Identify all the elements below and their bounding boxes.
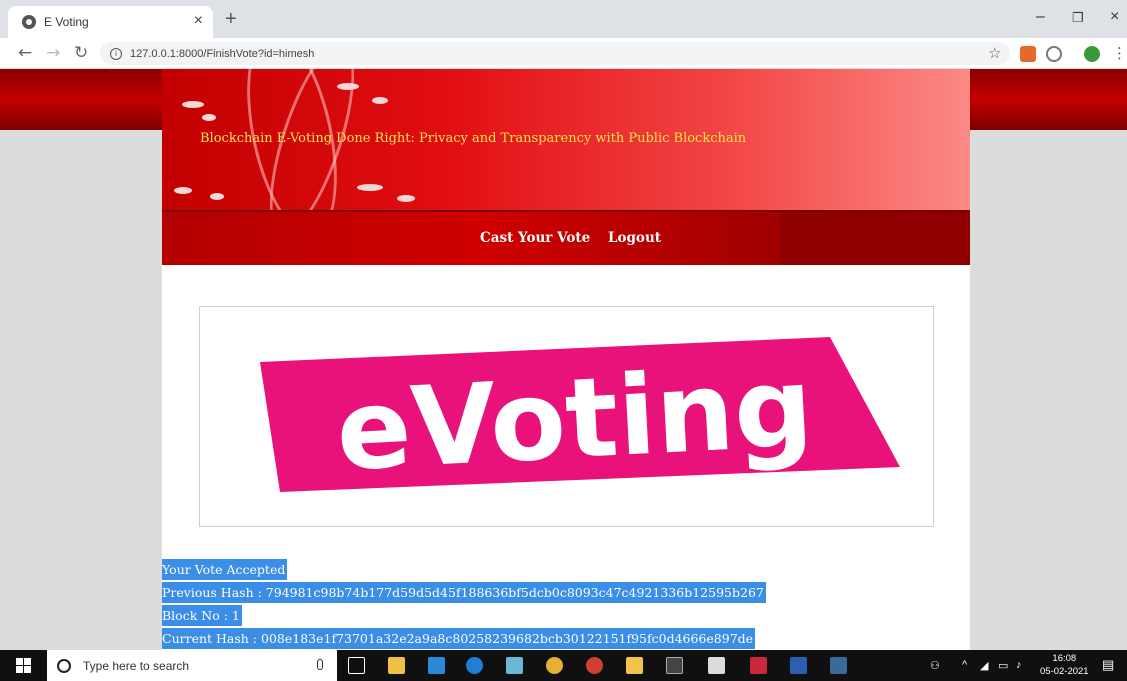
decorative-heart bbox=[182, 101, 204, 108]
reload-icon[interactable]: ↻ bbox=[74, 43, 88, 63]
network-icon[interactable]: ◢ bbox=[980, 659, 988, 672]
system-clock[interactable]: 16:08 05-02-2021 bbox=[1040, 652, 1089, 678]
page-title: Blockchain E-Voting Done Right: Privacy … bbox=[200, 131, 747, 146]
nav-bar: Cast Your Vote Logout bbox=[162, 212, 970, 265]
search-placeholder: Type here to search bbox=[83, 658, 190, 673]
star-icon[interactable]: ☆ bbox=[988, 44, 1001, 62]
app-icon[interactable] bbox=[830, 657, 847, 674]
edge-icon[interactable] bbox=[466, 657, 483, 674]
taskbar-search-box[interactable]: Type here to search bbox=[47, 650, 337, 681]
cast-your-vote-link[interactable]: Cast Your Vote bbox=[480, 230, 590, 246]
decorative-heart bbox=[357, 184, 383, 191]
forward-arrow-icon[interactable]: → bbox=[46, 43, 60, 63]
decorative-heart bbox=[372, 97, 388, 104]
block-number: Block No : 1 bbox=[162, 605, 242, 626]
url-text: 127.0.0.1:8000/FinishVote?id=himesh bbox=[130, 47, 315, 60]
terminal-icon[interactable] bbox=[666, 657, 683, 674]
tab-close-icon[interactable]: × bbox=[194, 12, 203, 30]
app-icon[interactable] bbox=[506, 657, 523, 674]
current-hash: Current Hash : 008e183e1f73701a32e2a9a8c… bbox=[162, 628, 756, 649]
globe-icon bbox=[22, 15, 36, 29]
app-icon[interactable] bbox=[586, 657, 603, 674]
header-banner: Blockchain E-Voting Done Right: Privacy … bbox=[162, 69, 970, 212]
window-close-icon[interactable]: × bbox=[1110, 8, 1119, 26]
previous-hash: Previous Hash : 794981c98b74b177d59d5d45… bbox=[162, 582, 766, 603]
task-view-icon[interactable] bbox=[348, 657, 365, 674]
chrome-icon[interactable] bbox=[546, 657, 563, 674]
extension-icon[interactable] bbox=[1020, 46, 1036, 62]
decorative-heart bbox=[210, 193, 224, 200]
url-field[interactable]: i 127.0.0.1:8000/FinishVote?id=himesh bbox=[100, 42, 1010, 65]
evoting-logo: eVoting bbox=[260, 337, 900, 496]
browser-tab[interactable]: E Voting × bbox=[8, 6, 213, 38]
people-icon[interactable]: ⚇ bbox=[930, 659, 940, 672]
file-explorer-icon[interactable] bbox=[626, 657, 643, 674]
logo-text: eVoting bbox=[333, 343, 816, 496]
logout-link[interactable]: Logout bbox=[608, 230, 661, 246]
mail-icon[interactable] bbox=[428, 657, 445, 674]
chevron-up-icon[interactable]: ^ bbox=[962, 659, 967, 671]
profile-icon[interactable] bbox=[1084, 46, 1100, 62]
main-container: Blockchain E-Voting Done Right: Privacy … bbox=[162, 69, 970, 650]
decorative-heart bbox=[174, 187, 192, 194]
nav-bar-shade bbox=[780, 212, 970, 265]
volume-icon[interactable]: ♪ bbox=[1016, 659, 1022, 671]
app-icon[interactable] bbox=[750, 657, 767, 674]
evoting-logo-frame: eVoting bbox=[199, 306, 934, 527]
page-viewport: Blockchain E-Voting Done Right: Privacy … bbox=[0, 69, 1127, 650]
minimize-icon[interactable]: – bbox=[1036, 8, 1045, 26]
browser-tab-bar: E Voting × + – ❐ × bbox=[0, 0, 1127, 38]
word-icon[interactable] bbox=[790, 657, 807, 674]
clock-date: 05-02-2021 bbox=[1040, 666, 1089, 677]
clock-time: 16:08 bbox=[1052, 653, 1077, 664]
battery-icon[interactable]: ▭ bbox=[998, 659, 1008, 672]
windows-taskbar: Type here to search ⚇ ^ ◢ ▭ ♪ 16:08 05-0… bbox=[0, 650, 1127, 681]
windows-start-icon[interactable] bbox=[16, 658, 31, 673]
decorative-heart bbox=[397, 195, 415, 202]
menu-dots-icon[interactable]: ⋮ bbox=[1112, 44, 1127, 62]
extension-icon[interactable] bbox=[1046, 46, 1062, 62]
tab-title: E Voting bbox=[44, 15, 89, 29]
cortana-icon bbox=[57, 658, 71, 673]
notification-icon[interactable]: ▤ bbox=[1102, 657, 1114, 673]
address-bar-row: ← → ↻ i 127.0.0.1:8000/FinishVote?id=him… bbox=[0, 38, 1127, 69]
store-icon[interactable] bbox=[388, 657, 405, 674]
vote-status: Your Vote Accepted bbox=[162, 559, 288, 580]
app-icon[interactable] bbox=[708, 657, 725, 674]
decorative-heart bbox=[202, 114, 216, 121]
back-arrow-icon[interactable]: ← bbox=[18, 43, 32, 63]
decorative-heart bbox=[337, 83, 359, 90]
new-tab-icon[interactable]: + bbox=[225, 8, 237, 31]
microphone-icon[interactable] bbox=[317, 659, 323, 670]
restore-icon[interactable]: ❐ bbox=[1072, 10, 1084, 26]
info-icon[interactable]: i bbox=[110, 47, 122, 60]
